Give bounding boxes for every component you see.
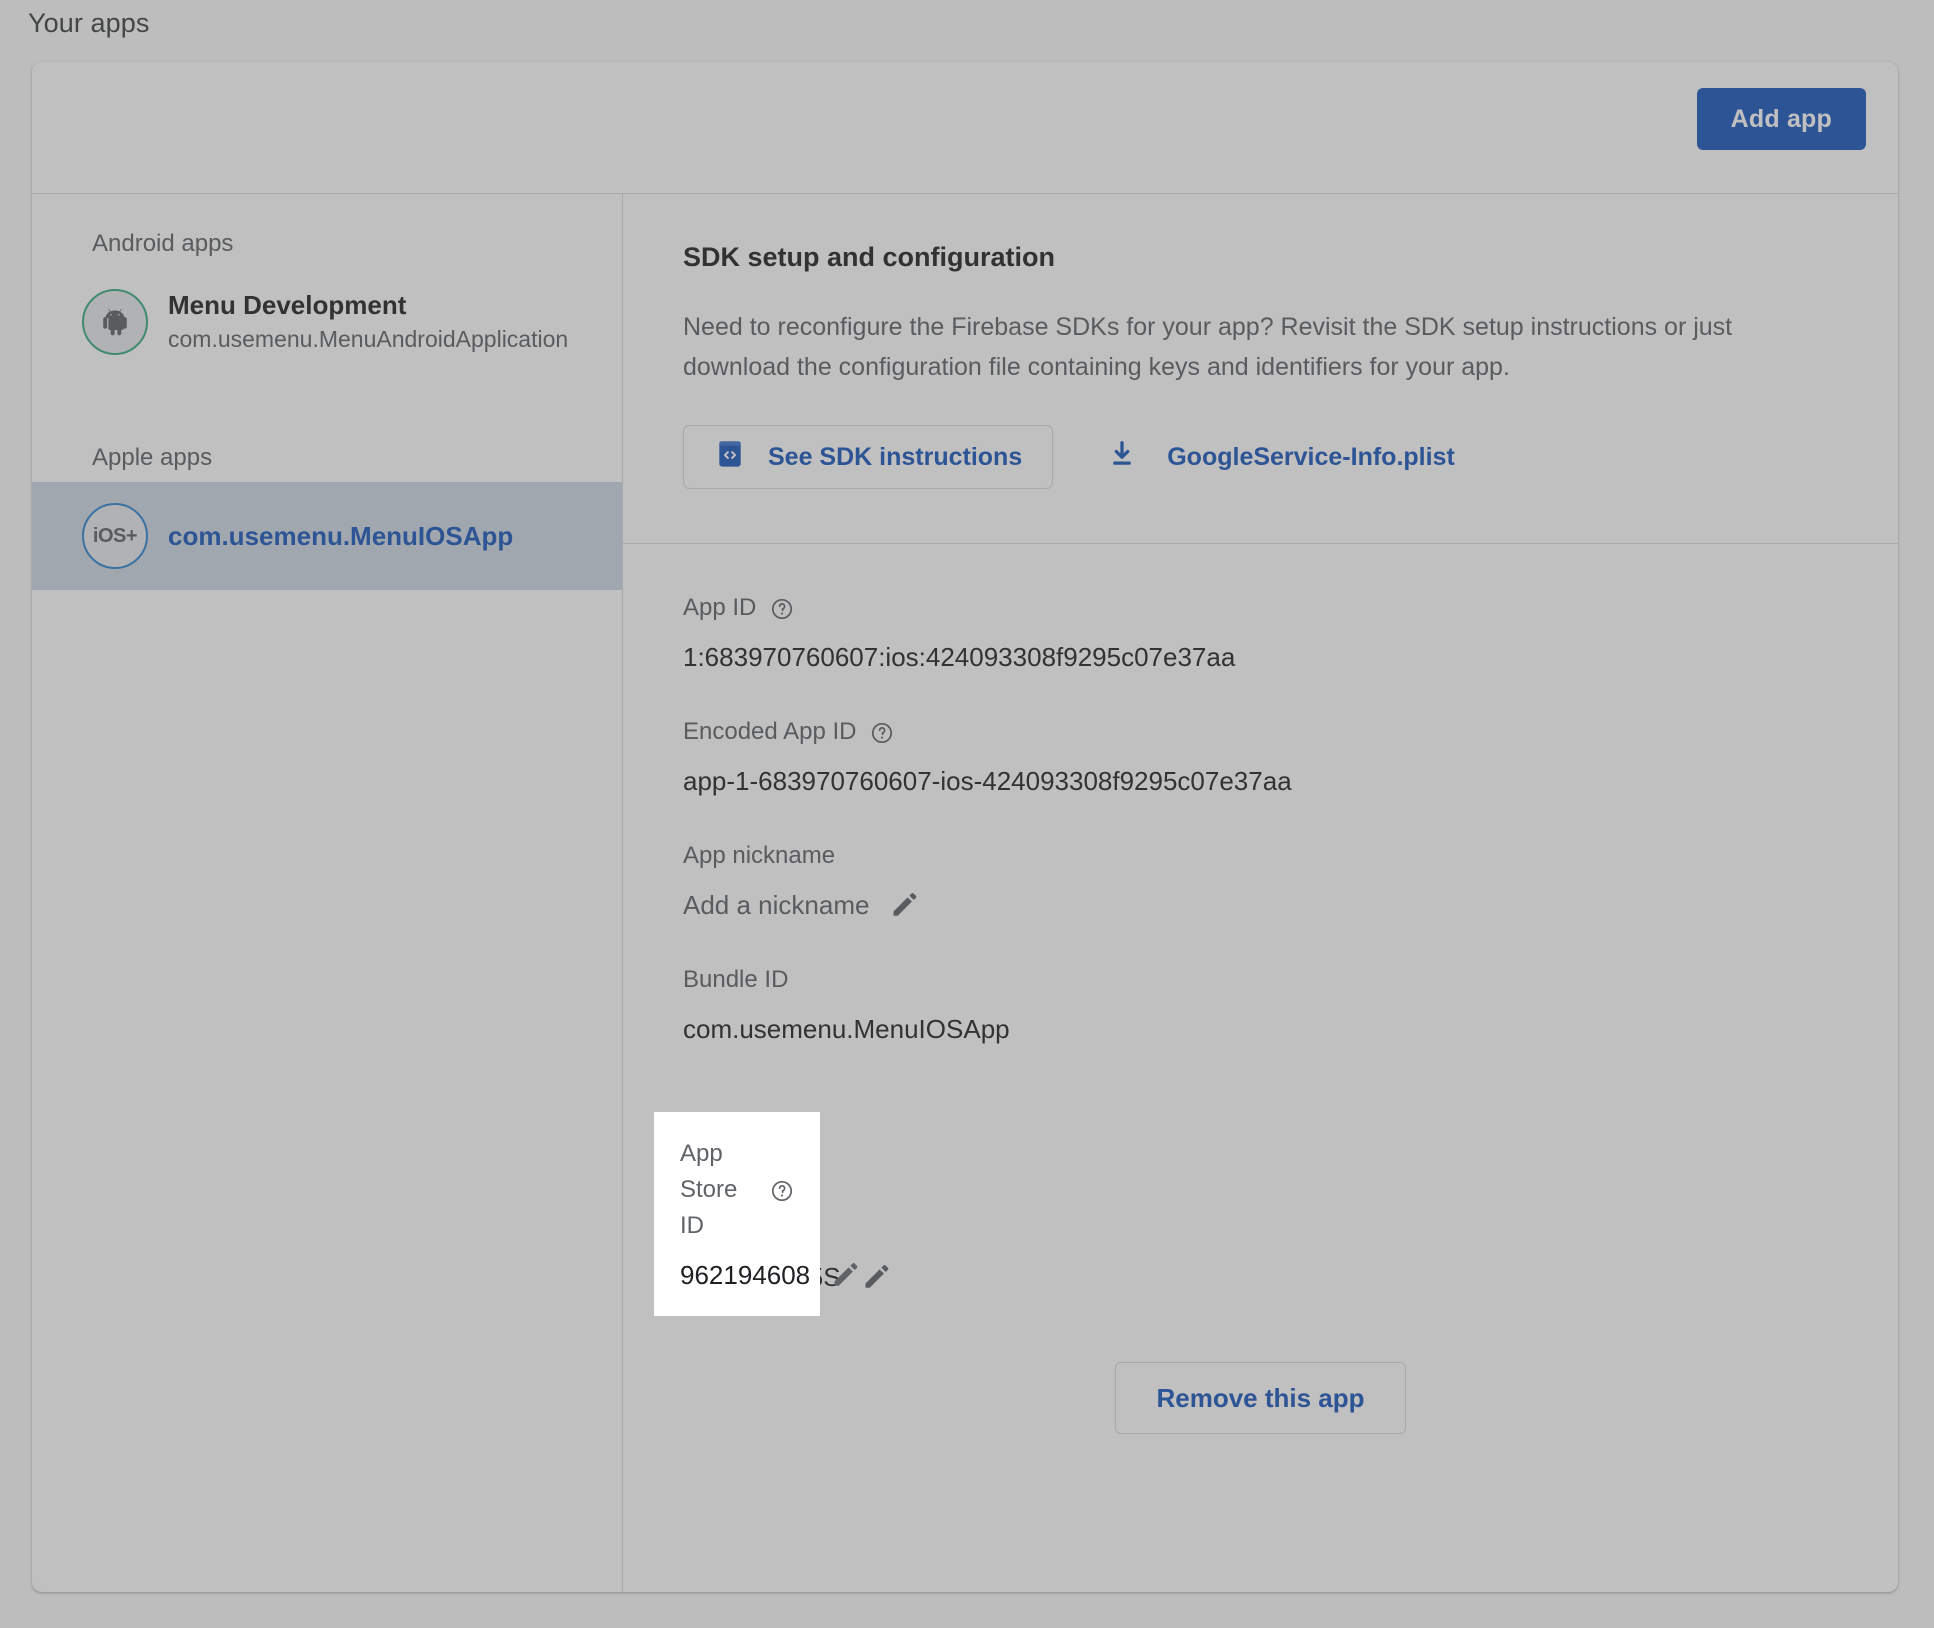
download-plist-link[interactable]: GoogleService-Info.plist bbox=[1107, 438, 1455, 477]
field-app-store-id-label-row: App Store ID bbox=[680, 1136, 794, 1244]
ios-plus-icon: iOS+ bbox=[82, 503, 148, 569]
app-group-label-android: Android apps bbox=[92, 230, 234, 257]
download-icon bbox=[1107, 438, 1137, 477]
see-sdk-instructions-label: See SDK instructions bbox=[768, 442, 1023, 471]
app-list-item-name: Menu Development bbox=[168, 290, 407, 320]
field-bundle-id-label-row: Bundle ID bbox=[683, 962, 1838, 998]
app-list-item-meta: Menu Development com.usemenu.MenuAndroid… bbox=[168, 288, 568, 356]
field-label-text: App ID bbox=[683, 594, 757, 621]
app-list-item-ios[interactable]: iOS+ com.usemenu.MenuIOSApp bbox=[32, 482, 622, 590]
sdk-section-description: Need to reconfigure the Firebase SDKs fo… bbox=[683, 313, 1733, 381]
field-label-text: Bundle ID bbox=[683, 966, 789, 993]
sdk-actions-row: See SDK instructions GoogleService-Info.… bbox=[683, 425, 1838, 489]
field-bundle-id: Bundle ID com.usemenu.MenuIOSApp bbox=[683, 962, 1838, 1048]
field-label-text: Encoded App ID bbox=[683, 718, 857, 745]
app-detail-pane: SDK setup and configuration Need to reco… bbox=[623, 194, 1898, 1592]
sdk-section-title: SDK setup and configuration bbox=[683, 242, 1056, 272]
field-team-id-label-row: Team ID bbox=[683, 1210, 1838, 1246]
card-body: Android apps Menu Development com.usemen… bbox=[32, 194, 1898, 1592]
remove-app-row: Remove this app bbox=[683, 1362, 1838, 1434]
field-app-store-id[interactable]: App Store ID 962194608 bbox=[654, 1112, 858, 1316]
field-encoded-app-id-label-row: Encoded App ID bbox=[683, 714, 1838, 750]
field-app-nickname-value-row: Add a nickname bbox=[683, 886, 1838, 924]
field-app-id: App ID 1:683970760607:ios:424093308f9295… bbox=[683, 590, 1838, 676]
edit-pencil-icon[interactable] bbox=[889, 890, 919, 920]
code-book-icon bbox=[714, 438, 746, 477]
apps-card: Add app Android apps Menu Development co… bbox=[32, 62, 1898, 1592]
see-sdk-instructions-button[interactable]: See SDK instructions bbox=[683, 425, 1054, 489]
field-app-nickname-label-row: App nickname bbox=[683, 838, 1838, 874]
field-encoded-app-id-value: app-1-683970760607-ios-424093308f9295c07… bbox=[683, 766, 1292, 796]
edit-pencil-icon[interactable] bbox=[861, 1262, 891, 1292]
field-bundle-id-value: com.usemenu.MenuIOSApp bbox=[683, 1014, 1010, 1044]
add-app-button[interactable]: Add app bbox=[1696, 88, 1866, 150]
help-icon[interactable] bbox=[770, 1178, 794, 1202]
field-app-nickname-value: Add a nickname bbox=[683, 890, 870, 920]
app-list-item-android[interactable]: Menu Development com.usemenu.MenuAndroid… bbox=[32, 268, 622, 376]
app-list-item-package[interactable]: com.usemenu.MenuIOSApp bbox=[168, 519, 513, 553]
help-icon[interactable] bbox=[770, 596, 794, 620]
field-app-nickname: App nickname Add a nickname bbox=[683, 838, 1838, 924]
sdk-setup-section: SDK setup and configuration Need to reco… bbox=[623, 194, 1898, 544]
app-group-label-apple: Apple apps bbox=[92, 444, 213, 471]
app-list-sidebar: Android apps Menu Development com.usemen… bbox=[32, 194, 623, 1592]
app-list-item-package: com.usemenu.MenuAndroidApplication bbox=[168, 326, 569, 352]
download-plist-label: GoogleService-Info.plist bbox=[1167, 442, 1455, 471]
field-encoded-app-id: Encoded App ID app-1-683970760607-ios-42… bbox=[683, 714, 1838, 800]
field-app-id-value: 1:683970760607:ios:424093308f9295c07e37a… bbox=[683, 642, 1236, 672]
field-app-store-id-value-row: 962194608 bbox=[680, 1256, 858, 1294]
android-icon bbox=[82, 289, 148, 355]
field-label-text: App nickname bbox=[683, 842, 836, 869]
app-list-item-meta: com.usemenu.MenuIOSApp bbox=[168, 519, 513, 553]
edit-pencil-icon[interactable] bbox=[830, 1260, 860, 1290]
page-root: Your apps Add app Android apps Menu Deve… bbox=[0, 0, 1934, 1628]
help-icon[interactable] bbox=[870, 720, 894, 744]
field-app-store-id-value: 962194608 bbox=[680, 1260, 811, 1290]
page-title: Your apps bbox=[28, 8, 150, 38]
field-label-text: App Store ID bbox=[680, 1140, 738, 1239]
remove-this-app-button[interactable]: Remove this app bbox=[1115, 1362, 1406, 1434]
card-header: Add app bbox=[32, 62, 1898, 194]
field-app-id-label-row: App ID bbox=[683, 590, 1838, 626]
